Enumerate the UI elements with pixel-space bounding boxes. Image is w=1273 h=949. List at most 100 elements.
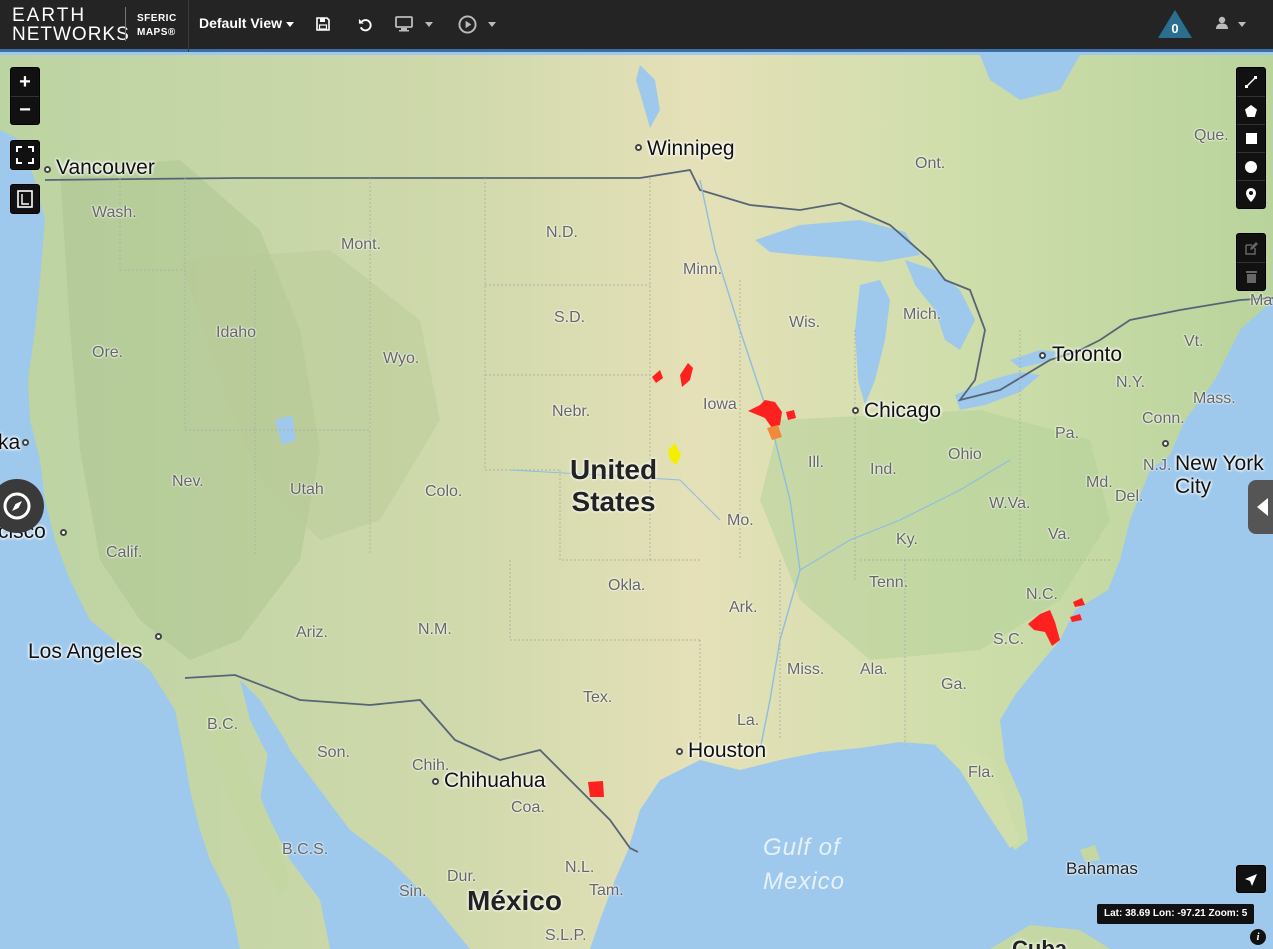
city-dot-partial	[22, 439, 29, 446]
water-gulf-line1: Gulf of	[763, 834, 841, 861]
map-marker-icon	[1246, 187, 1256, 202]
map-canvas[interactable]: Wash. Ore. Calif. Idaho Mont. Nev. Utah …	[0, 55, 1273, 949]
legend-icon	[11, 185, 39, 213]
draw-line-button[interactable]	[1237, 68, 1265, 96]
label-ind: Ind.	[870, 461, 897, 478]
label-sd: S.D.	[554, 309, 586, 326]
label-ariz: Ariz.	[296, 624, 328, 641]
view-dropdown[interactable]: Default View	[199, 15, 294, 31]
storm-cell-iowa-orange	[767, 425, 782, 440]
fullscreen-button[interactable]	[10, 140, 40, 170]
city-dot-new-york	[1162, 440, 1169, 447]
chevron-down-icon[interactable]	[425, 22, 433, 27]
legend-button[interactable]	[10, 184, 40, 214]
city-chihuahua: Chihuahua	[444, 769, 546, 792]
locate-me-button[interactable]	[1236, 865, 1266, 893]
square-icon	[1245, 133, 1257, 144]
label-mass: Mass.	[1193, 390, 1236, 407]
storm-cell-iowa-1	[748, 400, 782, 428]
undo-button[interactable]	[354, 13, 376, 35]
edit-layers-button[interactable]	[1237, 234, 1265, 262]
label-ky: Ky.	[896, 531, 918, 548]
save-button[interactable]	[312, 13, 334, 35]
draw-marker-button[interactable]	[1237, 180, 1265, 208]
label-bcs: B.C.S.	[282, 841, 329, 858]
label-nev: Nev.	[172, 473, 204, 490]
zoom-in-button[interactable]: +	[11, 68, 39, 96]
draw-polygon-button[interactable]	[1237, 96, 1265, 124]
label-wis: Wis.	[789, 314, 821, 331]
location-arrow-icon	[1237, 866, 1265, 894]
water-gulf-line2: Mexico	[763, 868, 846, 895]
user-menu[interactable]	[1214, 14, 1250, 36]
zoom-control: + −	[10, 67, 40, 125]
city-winnipeg: Winnipeg	[647, 137, 735, 160]
label-mont: Mont.	[341, 236, 382, 253]
label-la: La.	[737, 712, 760, 729]
label-nebr: Nebr.	[552, 403, 591, 420]
label-sc: S.C.	[993, 631, 1025, 648]
label-ark: Ark.	[729, 599, 758, 616]
earth-networks-logo[interactable]: EARTH NETWORKS	[12, 6, 130, 44]
toolbar-divider	[188, 0, 189, 52]
logo-line-1: EARTH	[12, 5, 87, 26]
label-nc: N.C.	[1026, 586, 1058, 603]
city-chicago: Chicago	[864, 399, 942, 422]
label-vt: Vt.	[1184, 333, 1204, 350]
label-nd: N.D.	[546, 224, 578, 241]
label-wash: Wash.	[92, 204, 137, 221]
country-cuba: Cuba	[1012, 936, 1067, 949]
country-united-states: United States	[570, 454, 657, 518]
label-miss: Miss.	[787, 661, 825, 678]
undo-icon	[358, 18, 372, 31]
logo-line-2: NETWORKS	[12, 24, 130, 45]
label-conn: Conn.	[1142, 410, 1185, 427]
chevron-down-icon[interactable]	[488, 22, 496, 27]
circle-icon	[1245, 160, 1257, 173]
label-nm: N.M.	[418, 621, 452, 638]
edit-icon	[1244, 241, 1258, 255]
play-icon	[457, 14, 477, 34]
label-ont: Ont.	[915, 155, 946, 172]
label-md: Md.	[1086, 474, 1113, 491]
label-calif: Calif.	[106, 544, 143, 561]
label-idaho: Idaho	[216, 324, 257, 341]
draw-toolbar	[1236, 67, 1266, 209]
country-us-line2: States	[571, 486, 656, 517]
info-icon[interactable]: i	[1250, 929, 1266, 945]
monitor-icon	[395, 16, 413, 32]
city-toronto: Toronto	[1052, 343, 1123, 366]
country-us-line1: United	[570, 454, 658, 485]
compass-icon	[3, 492, 31, 520]
city-new-york-line2: City	[1175, 475, 1212, 498]
storm-cell-nebraska-2	[680, 363, 693, 387]
label-wva: W.Va.	[989, 495, 1031, 512]
label-nl: N.L.	[565, 859, 595, 876]
label-va: Va.	[1048, 526, 1071, 543]
display-button[interactable]	[393, 13, 415, 35]
label-mo: Mo.	[727, 512, 754, 529]
storm-cell-carolina-3	[1073, 598, 1085, 607]
zoom-out-button[interactable]: −	[11, 96, 39, 124]
label-fla: Fla.	[968, 764, 995, 781]
storm-cell-nebraska-1	[652, 370, 663, 383]
draw-circle-button[interactable]	[1237, 152, 1265, 180]
label-mich: Mich.	[903, 306, 942, 323]
play-button[interactable]	[456, 13, 478, 35]
trash-icon	[1245, 271, 1257, 283]
label-del: Del.	[1115, 488, 1144, 505]
user-icon	[1216, 16, 1228, 29]
delete-layers-button[interactable]	[1237, 262, 1265, 290]
label-ohio: Ohio	[948, 446, 982, 463]
label-coa: Coa.	[511, 799, 545, 816]
alerts-button[interactable]: 0	[1157, 9, 1193, 39]
draw-rectangle-button[interactable]	[1237, 124, 1265, 152]
label-tenn: Tenn.	[869, 574, 909, 591]
label-sin: Sin.	[399, 883, 427, 900]
city-dot-chicago	[852, 407, 859, 414]
top-bar: EARTH NETWORKS SFERIC MAPS® Default View…	[0, 0, 1273, 52]
label-son: Son.	[317, 744, 350, 761]
label-pa: Pa.	[1055, 425, 1080, 442]
label-ga: Ga.	[941, 676, 967, 693]
side-panel-toggle[interactable]	[1248, 480, 1273, 534]
